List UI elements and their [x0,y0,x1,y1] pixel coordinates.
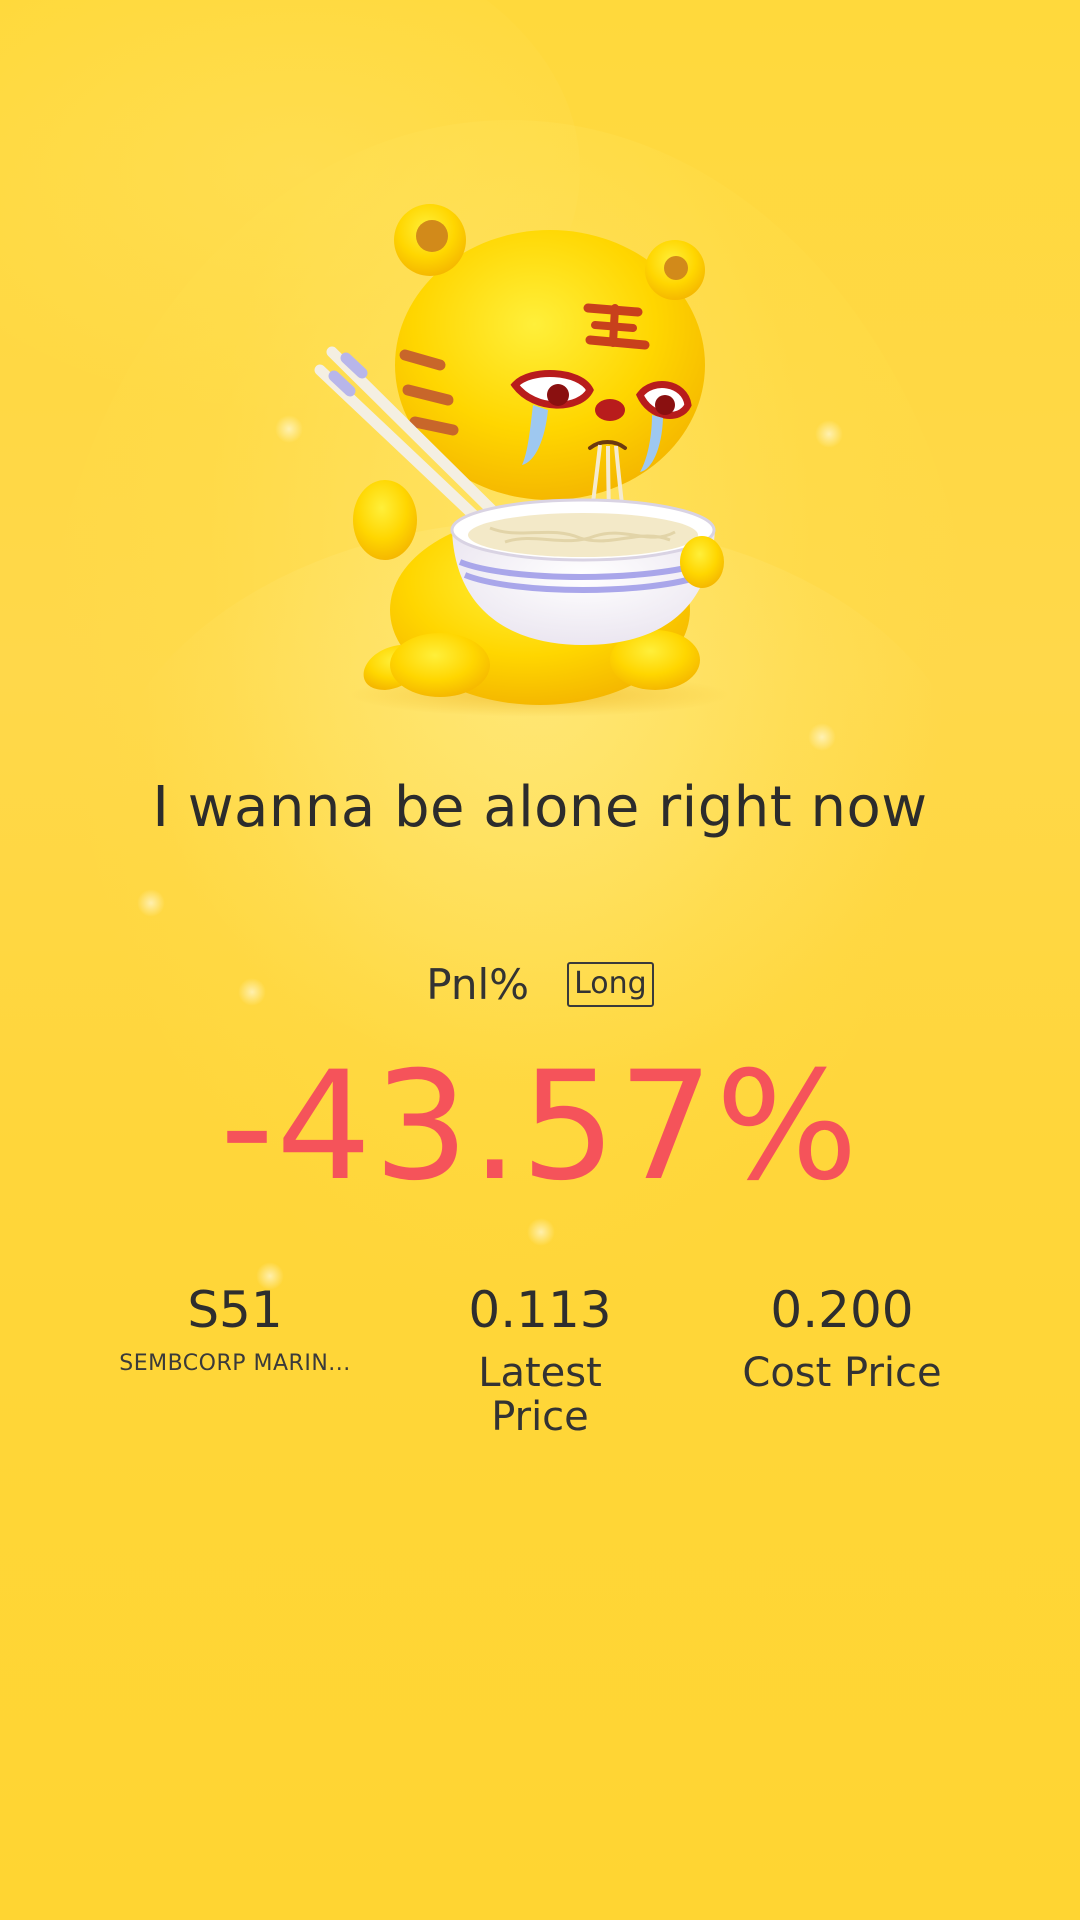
sparkle-icon [137,889,165,917]
pnl-percentage: -43.57% [219,1040,861,1214]
crying-tiger-eating-noodles-icon [314,204,730,717]
cost-price-label: Cost Price [742,1350,942,1396]
stock-name: SEMBCORP MARIN... [119,1351,351,1376]
pnl-header: Pnl% Long [0,960,1080,1009]
stat-latest-price: 0.113 Latest Price [390,1275,690,1439]
stat-symbol: S51 SEMBCORP MARIN... [85,1275,385,1376]
mood-headline: I wanna be alone right now [152,775,928,840]
pnl-label: Pnl% [426,960,530,1009]
stat-cost-price: 0.200 Cost Price [692,1275,992,1395]
latest-price-value: 0.113 [468,1281,612,1339]
cost-price-value: 0.200 [770,1281,914,1339]
position-side-badge: Long [567,962,654,1007]
sparkle-icon [808,723,836,751]
latest-price-label: Latest Price [478,1350,602,1440]
stock-symbol: S51 [187,1281,283,1339]
sparkle-icon [815,420,843,448]
pnl-share-card: I wanna be alone right now Pnl% Long -43… [0,0,1080,1920]
sparkle-icon [527,1218,555,1246]
position-stats: S51 SEMBCORP MARIN... 0.113 Latest Price… [0,1275,1080,1475]
